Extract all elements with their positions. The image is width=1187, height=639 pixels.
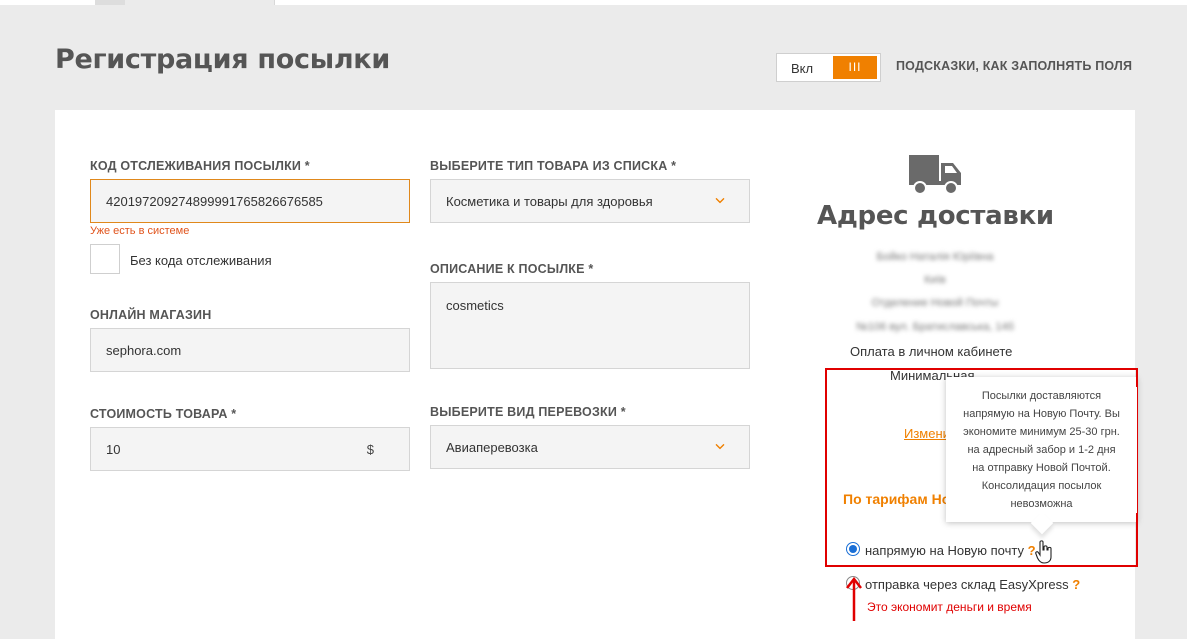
page-title: Регистрация посылки xyxy=(55,44,390,75)
description-textarea[interactable]: cosmetics xyxy=(430,282,750,369)
tooltip-line: Посылки доставляются xyxy=(981,390,1102,402)
recipient-address: №106 вул. Братиславська, 14б xyxy=(856,321,1014,333)
radio-warehouse-label: отправка через склад EasyXpress ? xyxy=(865,577,1081,592)
product-type-value: Косметика и товары для здоровья xyxy=(446,193,653,209)
price-label: СТОИМОСТЬ ТОВАРА * xyxy=(90,407,237,421)
arrow-up-icon xyxy=(846,577,862,621)
tracking-label: КОД ОТСЛЕЖИВАНИЯ ПОСЫЛКИ * xyxy=(90,159,310,173)
tariff-heading: По тарифам Но xyxy=(843,491,951,507)
tooltip-line: на отправку Новой Почтой. xyxy=(972,462,1111,474)
description-label: ОПИСАНИЕ К ПОСЫЛКЕ * xyxy=(430,262,594,276)
price-value: 10 xyxy=(106,441,121,457)
chevron-down-icon xyxy=(715,197,725,204)
help-icon[interactable]: ? xyxy=(1072,577,1080,592)
tooltip-text: Посылки доставляются напрямую на Новую По… xyxy=(946,387,1137,513)
recipient-city: Київ xyxy=(924,274,946,286)
price-input[interactable]: 10 $ xyxy=(90,427,410,471)
tooltip-line: экономите минимум 25-30 грн. xyxy=(963,426,1120,438)
tracking-error: Уже есть в системе xyxy=(90,225,190,237)
tooltip-line: на адресный забор и 1-2 дня xyxy=(967,444,1116,456)
hints-toggle-label: Вкл xyxy=(791,61,814,76)
radio-direct-label: напрямую на Новую почту ? xyxy=(865,543,1036,558)
hints-link[interactable]: ПОДСКАЗКИ, КАК ЗАПОЛНЯТЬ ПОЛЯ xyxy=(896,59,1132,73)
shop-value: sephora.com xyxy=(106,342,182,358)
change-address-link[interactable]: Измени xyxy=(904,426,950,441)
recipient-name: Бойко Наталія Юріївна xyxy=(876,251,994,263)
shop-label: ОНЛАЙН МАГАЗИН xyxy=(90,308,212,322)
hints-toggle[interactable]: Вкл III xyxy=(776,53,881,82)
address-title: Адрес доставки xyxy=(817,201,1054,231)
top-tab-bar xyxy=(0,0,1187,5)
product-type-label: ВЫБЕРИТЕ ТИП ТОВАРА ИЗ СПИСКА * xyxy=(430,159,677,173)
product-type-select[interactable]: Косметика и товары для здоровья xyxy=(430,179,750,223)
no-tracking-checkbox[interactable] xyxy=(90,244,120,274)
description-value: cosmetics xyxy=(446,298,504,313)
active-tab[interactable] xyxy=(95,0,275,5)
transport-select[interactable]: Авиаперевозка xyxy=(430,425,750,469)
hand-cursor-icon xyxy=(1035,540,1052,564)
payment-info: Оплата в личном кабинете xyxy=(850,344,1013,359)
recipient-branch: Отделение Новой Почты xyxy=(871,297,999,309)
transport-value: Авиаперевозка xyxy=(446,439,538,455)
tooltip-line: невозможна xyxy=(1010,498,1073,510)
chevron-down-icon xyxy=(715,443,725,450)
help-tooltip: Посылки доставляются напрямую на Новую По… xyxy=(946,377,1137,522)
truck-icon xyxy=(909,155,961,195)
annotation-text: Это экономит деньги и время xyxy=(867,600,1032,614)
tracking-value: 420197209274899991765826676585 xyxy=(106,193,323,209)
no-tracking-label: Без кода отслеживания xyxy=(130,253,272,268)
tooltip-line: напрямую на Новую Почту. Вы xyxy=(963,408,1120,420)
tracking-input[interactable]: 420197209274899991765826676585 xyxy=(90,179,410,223)
transport-label: ВЫБЕРИТЕ ВИД ПЕРЕВОЗКИ * xyxy=(430,405,626,419)
currency-symbol: $ xyxy=(366,442,374,457)
shop-input[interactable]: sephora.com xyxy=(90,328,410,372)
hints-toggle-knob[interactable]: III xyxy=(833,56,877,79)
radio-direct-nova-poshta[interactable] xyxy=(846,542,860,556)
tooltip-line: Консолидация посылок xyxy=(981,480,1102,492)
